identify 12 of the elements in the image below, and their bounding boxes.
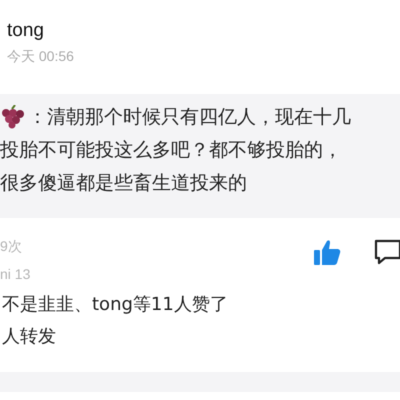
thumbs-up-icon[interactable] (313, 238, 341, 266)
reposts-text: 人转发 (1, 325, 57, 349)
likes-text: 不是韭韭、tong等11人赞了 (1, 293, 229, 317)
device-label: ni 13 (0, 266, 32, 282)
post-time: 今天 00:56 (7, 48, 75, 66)
view-count: 9次 (0, 238, 23, 256)
grapes-icon (0, 104, 26, 128)
comment-line: 投胎不可能投这么多吧？都不够投胎的， (0, 138, 342, 162)
comment-line: 很多傻逼都是些畜生道投来的 (0, 170, 247, 196)
comment-icon[interactable] (373, 238, 400, 266)
author-name[interactable]: tong (7, 20, 400, 42)
comment-line: ：清朝那个时候只有四亿人，现在十几 (28, 104, 351, 130)
